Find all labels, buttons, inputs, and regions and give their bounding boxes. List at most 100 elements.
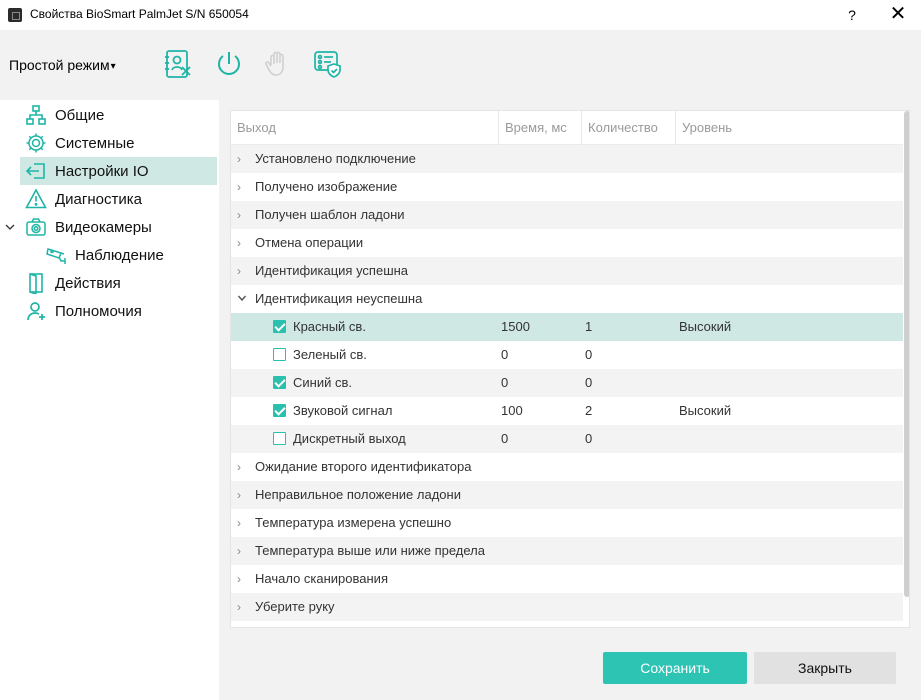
vertical-scrollbar[interactable]: [904, 111, 909, 597]
sidebar-item-general[interactable]: Общие: [20, 101, 217, 129]
group-row[interactable]: › Идентификация успешна: [231, 257, 903, 285]
level-value[interactable]: Высокий: [679, 403, 731, 418]
time-value[interactable]: 0: [501, 375, 508, 390]
output-label: Зеленый св.: [293, 347, 367, 362]
table-row[interactable]: Дискретный выход 0 0: [231, 425, 903, 453]
chevron-right-icon[interactable]: ›: [237, 237, 247, 249]
chevron-right-icon[interactable]: ›: [237, 489, 247, 501]
cctv-icon: [43, 244, 69, 266]
group-label: Отмена операции: [255, 235, 364, 250]
level-value[interactable]: Высокий: [679, 319, 731, 334]
sidebar-item-surveillance[interactable]: Наблюдение: [40, 241, 217, 269]
chevron-right-icon[interactable]: ›: [237, 153, 247, 165]
sidebar-item-io-settings[interactable]: Настройки IO: [20, 157, 217, 185]
count-value[interactable]: 0: [585, 375, 592, 390]
output-checkbox[interactable]: [273, 404, 286, 417]
group-label: Уберите руку: [255, 599, 335, 614]
group-row[interactable]: › Уберите руку: [231, 593, 903, 621]
sidebar-item-cameras[interactable]: Видеокамеры: [20, 213, 217, 241]
table-row[interactable]: Красный св. 1500 1 Высокий: [231, 313, 903, 341]
group-label: Начало сканирования: [255, 571, 388, 586]
io-outputs-grid: Выход Время, мс Количество Уровень › Уст…: [230, 110, 910, 628]
group-label: Идентификация успешна: [255, 263, 409, 278]
sidebar-item-actions[interactable]: Действия: [20, 269, 217, 297]
sidebar-item-label: Видеокамеры: [55, 218, 152, 236]
count-value[interactable]: 0: [585, 347, 592, 362]
count-value[interactable]: 2: [585, 403, 592, 418]
gear-icon: [23, 132, 49, 154]
chevron-right-icon[interactable]: ›: [237, 545, 247, 557]
settings-shield-icon[interactable]: [313, 49, 343, 79]
help-button[interactable]: ?: [829, 0, 875, 30]
group-row-expanded[interactable]: Идентификация неуспешна: [231, 285, 903, 313]
chevron-right-icon[interactable]: ›: [237, 265, 247, 277]
time-value[interactable]: 100: [501, 403, 523, 418]
mode-label: Простой режим: [9, 57, 110, 73]
grid-header: Выход Время, мс Количество Уровень: [231, 111, 903, 145]
column-header-count[interactable]: Количество: [581, 111, 675, 145]
close-button[interactable]: Закрыть: [754, 652, 896, 684]
chevron-right-icon[interactable]: ›: [237, 181, 247, 193]
sidebar-item-permissions[interactable]: Полномочия: [20, 297, 217, 325]
table-row[interactable]: Звуковой сигнал 100 2 Высокий: [231, 397, 903, 425]
sidebar-item-label: Диагностика: [55, 190, 142, 208]
chevron-right-icon[interactable]: ›: [237, 601, 247, 613]
group-label: Получено изображение: [255, 179, 398, 194]
sidebar-item-system[interactable]: Системные: [20, 129, 217, 157]
group-row[interactable]: › Установлено подключение: [231, 145, 903, 173]
app-icon: [8, 8, 22, 22]
group-row[interactable]: › Получен шаблон ладони: [231, 201, 903, 229]
group-row[interactable]: › Неправильное положение ладони: [231, 481, 903, 509]
table-row[interactable]: Зеленый св. 0 0: [231, 341, 903, 369]
footer: Сохранить Закрыть: [219, 638, 921, 700]
group-row[interactable]: › Температура выше или ниже предела: [231, 537, 903, 565]
chevron-right-icon[interactable]: ›: [237, 573, 247, 585]
group-label: Идентификация неуспешна: [255, 291, 423, 306]
output-label: Красный св.: [293, 319, 366, 334]
column-header-output[interactable]: Выход: [231, 111, 498, 145]
group-row[interactable]: › Отмена операции: [231, 229, 903, 257]
camera-icon: [23, 216, 49, 238]
user-card-remove-icon[interactable]: [163, 49, 193, 79]
mode-dropdown[interactable]: Простой режим▾: [9, 57, 116, 73]
group-label: Установлено подключение: [255, 151, 416, 166]
group-row[interactable]: › Температура измерена успешно: [231, 509, 903, 537]
output-checkbox[interactable]: [273, 348, 286, 361]
output-checkbox[interactable]: [273, 432, 286, 445]
sidebar-item-label: Общие: [55, 106, 105, 124]
group-label: Неправильное положение ладони: [255, 487, 461, 502]
time-value[interactable]: 0: [501, 347, 508, 362]
output-checkbox[interactable]: [273, 376, 286, 389]
time-value[interactable]: 1500: [501, 319, 530, 334]
title-bar: Свойства BioSmart PalmJet S/N 650054 ? ✕: [0, 0, 921, 30]
chevron-down-icon[interactable]: [237, 293, 247, 305]
count-value[interactable]: 1: [585, 319, 592, 334]
output-checkbox[interactable]: [273, 320, 286, 333]
output-label: Синий св.: [293, 375, 352, 390]
group-label: Температура измерена успешно: [255, 515, 452, 530]
column-header-level[interactable]: Уровень: [675, 111, 903, 145]
group-label: Температура выше или ниже предела: [255, 543, 485, 558]
chevron-right-icon[interactable]: ›: [237, 209, 247, 221]
table-row[interactable]: Синий св. 0 0: [231, 369, 903, 397]
group-row[interactable]: › Ожидание второго идентификатора: [231, 453, 903, 481]
group-label: Ожидание второго идентификатора: [255, 459, 472, 474]
window-title: Свойства BioSmart PalmJet S/N 650054: [30, 7, 249, 21]
hand-stop-icon[interactable]: [263, 49, 293, 79]
close-window-button[interactable]: ✕: [875, 0, 921, 30]
sidebar-item-diagnostics[interactable]: Диагностика: [20, 185, 217, 213]
power-restart-icon[interactable]: [214, 49, 244, 79]
warning-icon: [23, 188, 49, 210]
output-label: Звуковой сигнал: [293, 403, 393, 418]
chevron-down-icon[interactable]: [4, 221, 16, 233]
column-header-time[interactable]: Время, мс: [498, 111, 581, 145]
chevron-right-icon[interactable]: ›: [237, 461, 247, 473]
save-button[interactable]: Сохранить: [603, 652, 747, 684]
group-row[interactable]: › Получено изображение: [231, 173, 903, 201]
group-row[interactable]: › Начало сканирования: [231, 565, 903, 593]
output-label: Дискретный выход: [293, 431, 406, 446]
toolbar: Простой режим▾: [0, 30, 921, 100]
chevron-right-icon[interactable]: ›: [237, 517, 247, 529]
time-value[interactable]: 0: [501, 431, 508, 446]
count-value[interactable]: 0: [585, 431, 592, 446]
